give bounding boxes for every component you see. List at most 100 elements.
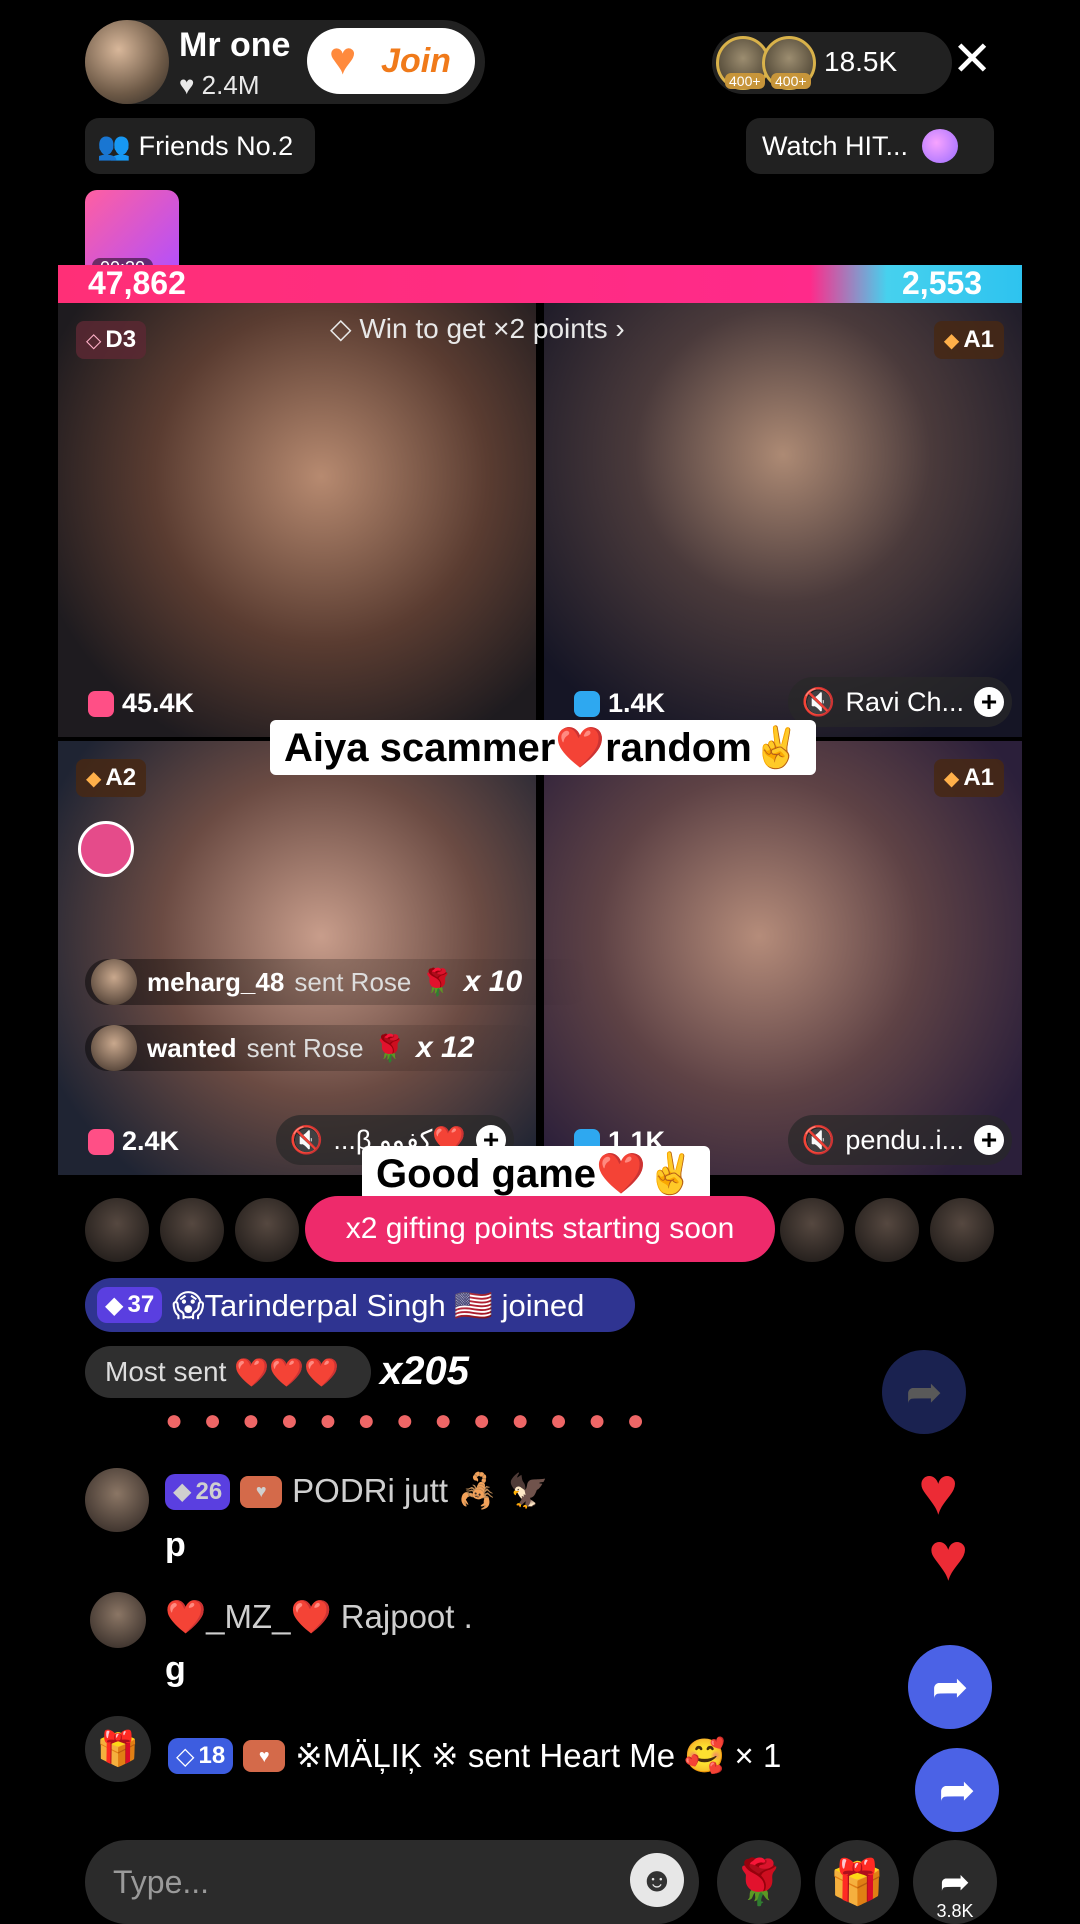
mute-icon: 🔇 xyxy=(801,1125,836,1155)
stream-tile-2[interactable]: ◆ A1 1.4K 🔇 Ravi Ch... + xyxy=(544,303,1022,737)
avatar xyxy=(91,1025,137,1071)
viewer-panel[interactable]: 400+ 400+ 18.5K xyxy=(712,32,952,94)
gift-text: sent Rose xyxy=(246,1032,364,1063)
gift-icon[interactable]: 🎁 xyxy=(815,1840,899,1924)
tile-count-value: 2.4K xyxy=(122,1126,180,1156)
gift-text: sent Rose xyxy=(294,966,412,997)
hammer-icon[interactable] xyxy=(78,821,134,877)
x2-banner: x2 gifting points starting soon xyxy=(305,1196,775,1262)
follow-plus-icon[interactable]: + xyxy=(974,686,1004,717)
team-avatar[interactable] xyxy=(930,1198,994,1262)
diamond-icon: ◆ xyxy=(173,1478,192,1505)
team-avatar[interactable] xyxy=(780,1198,844,1262)
gift-user: wanted xyxy=(147,1032,237,1063)
chevron-right-icon[interactable]: › xyxy=(615,313,624,344)
diamond-icon: ◆ xyxy=(105,1291,124,1319)
join-notice: ◆ 37 😱Tarinderpal Singh 🇺🇸 joined xyxy=(85,1278,635,1332)
fan-badge: ♥ xyxy=(240,1475,283,1508)
gift-box-icon xyxy=(574,690,600,717)
chat-name: PODRi jutt 🦂 🦅 xyxy=(292,1472,549,1509)
most-sent-pill: Most sent ❤️❤️❤️ xyxy=(85,1346,371,1398)
rank-label: A1 xyxy=(963,764,994,791)
rank-badge: ◇ D3 xyxy=(76,321,147,359)
team-avatar[interactable] xyxy=(85,1198,149,1262)
share-count: 3.8K xyxy=(936,1901,974,1921)
gift-multiplier: x 10 xyxy=(463,965,523,998)
tile-name-pill[interactable]: 🔇 pendu..i... + xyxy=(787,1115,1012,1165)
rank-label: A2 xyxy=(105,764,137,791)
gift-box-icon xyxy=(88,1128,114,1155)
chat-username[interactable]: ❤️_MZ_❤️ Rajpoot . xyxy=(165,1598,473,1637)
heart-icon: ♥ xyxy=(179,70,195,100)
heart-plus-icon xyxy=(329,31,371,85)
avatar[interactable] xyxy=(85,1468,149,1532)
stream-tile-3[interactable]: ◆ A2 2.4K 🔇 ...β كفوو❤️ + xyxy=(58,741,536,1175)
tile-count: 2.4K xyxy=(88,1126,179,1157)
friends-tag[interactable]: 👥 Friends No.2 xyxy=(85,118,315,174)
share-icon[interactable]: ➦ xyxy=(882,1350,966,1434)
host-name: Mr one xyxy=(179,26,291,64)
right-score: 2,553 xyxy=(902,265,983,301)
level-value: 26 xyxy=(195,1477,223,1505)
team-avatar[interactable] xyxy=(235,1198,299,1262)
mute-icon: 🔇 xyxy=(289,1125,324,1155)
rose-icon: 🌹 xyxy=(421,966,454,997)
avatar xyxy=(91,959,137,1005)
rank-badge: ◆ A2 xyxy=(76,759,147,797)
level-value: 37 xyxy=(127,1291,155,1318)
gift-popup: meharg_48 sent Rose 🌹 x 10 xyxy=(85,959,591,1005)
gift-multiplier: x 12 xyxy=(416,1031,475,1064)
host-avatar[interactable] xyxy=(85,20,169,104)
gift-user: meharg_48 xyxy=(147,966,285,997)
follow-plus-icon[interactable]: + xyxy=(974,1124,1004,1155)
chat-username[interactable]: ◆ 26 ♥ PODRi jutt 🦂 🦅 xyxy=(165,1472,549,1511)
tile-count: 1.4K xyxy=(574,688,665,719)
people-icon: 👥 xyxy=(97,131,131,161)
chat-name: ❤️_MZ_❤️ Rajpoot . xyxy=(165,1598,473,1635)
gift-icon[interactable]: 🎁 xyxy=(85,1716,151,1782)
level-badge: ◆ 37 xyxy=(97,1287,163,1323)
gift-popup: wanted sent Rose 🌹 x 12 xyxy=(85,1025,541,1071)
share-icon[interactable]: ➦ xyxy=(908,1645,992,1729)
rank-badge: ◆ A1 xyxy=(933,759,1004,797)
join-button[interactable]: Join xyxy=(307,28,475,94)
diamond-icon: ◆ xyxy=(86,767,102,790)
stream-tile-4[interactable]: ◆ A1 1.1K 🔇 pendu..i... + xyxy=(544,741,1022,1175)
fan-badge: ♥ xyxy=(243,1740,286,1772)
viewer-count: 18.5K xyxy=(824,46,898,77)
share-icon[interactable]: ➦ xyxy=(915,1748,999,1832)
diamond-icon: ◇ xyxy=(176,1742,195,1770)
rank-label: D3 xyxy=(105,326,137,353)
viewer-badge: 400+ xyxy=(771,73,811,89)
share-button[interactable]: ➦ 3.8K xyxy=(913,1840,997,1924)
stream-tile-1[interactable]: ◇ D3 45.4K xyxy=(58,303,536,737)
join-label: Join xyxy=(381,41,451,80)
watch-icon xyxy=(922,129,959,163)
tile-count: 45.4K xyxy=(88,688,194,719)
team-avatar[interactable] xyxy=(855,1198,919,1262)
close-icon[interactable]: ✕ xyxy=(952,36,992,84)
watch-label: Watch HIT... xyxy=(762,130,909,161)
rank-badge: ◆ A1 xyxy=(933,321,1004,359)
left-score: 47,862 xyxy=(88,265,186,301)
rose-icon[interactable]: 🌹 xyxy=(717,1840,801,1924)
watch-tag[interactable]: Watch HIT... xyxy=(746,118,994,174)
caption: Good game❤️✌️ xyxy=(362,1146,710,1201)
team-avatar[interactable] xyxy=(160,1198,224,1262)
top-viewer-avatar[interactable]: 400+ xyxy=(762,36,816,90)
tile-count-value: 1.4K xyxy=(608,688,666,718)
tile-name: pendu..i... xyxy=(845,1124,964,1155)
heart-icon: ♥ xyxy=(928,1519,969,1595)
rose-strip: ● ● ● ● ● ● ● ● ● ● ● ● ● xyxy=(165,1404,651,1437)
rank-label: A1 xyxy=(963,326,994,353)
tile-name-pill[interactable]: 🔇 Ravi Ch... + xyxy=(787,677,1012,727)
friends-label: Friends No.2 xyxy=(138,130,294,161)
diamond-icon: ◇ xyxy=(330,313,352,344)
host-card[interactable]: Mr one ♥ 2.4M Join xyxy=(85,20,485,104)
emoji-icon[interactable]: ☻ xyxy=(630,1853,684,1907)
mute-icon: 🔇 xyxy=(801,687,836,717)
chat-message: p xyxy=(165,1526,186,1564)
comment-input[interactable]: Type... xyxy=(85,1840,699,1924)
avatar[interactable] xyxy=(90,1592,146,1648)
rose-icon: 🌹 xyxy=(373,1032,407,1063)
